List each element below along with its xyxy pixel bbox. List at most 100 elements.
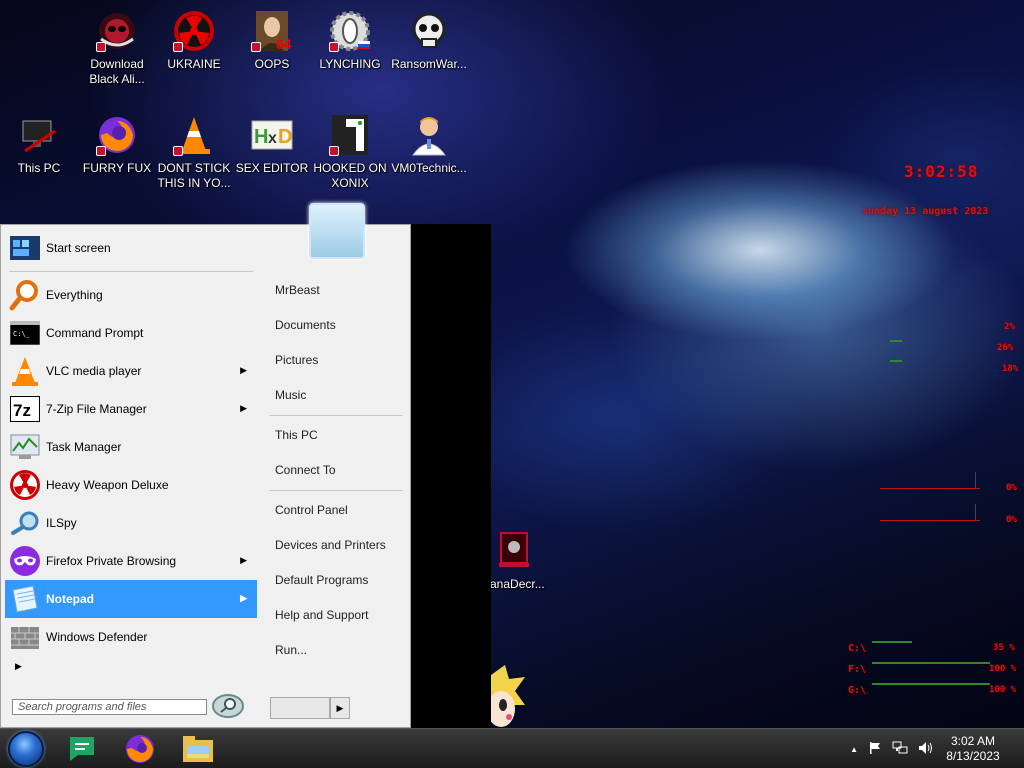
desktop-icon-this-pc[interactable]: This PC bbox=[0, 112, 78, 176]
desktop-icon-label: DONT STICK THIS IN YO... bbox=[157, 161, 231, 190]
desktop-icon-label: HOOKED ON XONIX bbox=[313, 161, 387, 190]
link-devices-printers[interactable]: Devices and Printers bbox=[269, 528, 409, 563]
desktop-icon-ukraine[interactable]: UKRAINE bbox=[155, 8, 233, 72]
clock-time: 3:02 AM bbox=[950, 734, 996, 748]
drive-c-bar bbox=[872, 641, 912, 643]
link-music[interactable]: Music bbox=[269, 378, 409, 413]
task-manager-icon bbox=[9, 431, 41, 463]
drive-f-value: 100 % bbox=[989, 664, 1017, 674]
network-upload: 0% bbox=[1006, 483, 1017, 493]
desktop-icon-label: LYNCHING bbox=[319, 57, 381, 71]
system-tray: ▲ bbox=[850, 737, 934, 761]
start-item-ilspy[interactable]: ILSpy bbox=[5, 504, 257, 542]
desktop-icon-dont-stick[interactable]: DONT STICK THIS IN YO... bbox=[155, 112, 233, 191]
link-documents[interactable]: Documents bbox=[269, 308, 409, 343]
link-help-support[interactable]: Help and Support bbox=[269, 598, 409, 633]
desktop-icon-hooked-on-xonix[interactable]: HOOKED ON XONIX bbox=[311, 112, 389, 191]
firefox-icon bbox=[126, 735, 154, 763]
start-item-label: Windows Defender bbox=[46, 630, 148, 644]
doctor-icon bbox=[406, 112, 452, 158]
desktop-icon-label: FURRY FUX bbox=[82, 161, 152, 175]
show-hidden-icons-icon[interactable]: ▲ bbox=[850, 745, 858, 754]
start-menu: Start screen Everything C:\_ Command Pro… bbox=[0, 203, 411, 728]
computer-icon bbox=[16, 112, 62, 158]
start-item-heavy-weapon[interactable]: Heavy Weapon Deluxe bbox=[5, 466, 257, 504]
clock-widget-time: 3:02:58 bbox=[904, 162, 979, 181]
taskbar: ▲ 3:02 AM 8/13/2023 bbox=[0, 728, 1024, 768]
7zip-icon: 7z bbox=[9, 393, 41, 425]
start-item-label: Firefox Private Browsing bbox=[46, 554, 177, 568]
link-connect-to[interactable]: Connect To bbox=[269, 453, 409, 488]
start-item-command-prompt[interactable]: C:\_ Command Prompt bbox=[5, 314, 257, 352]
desktop-icon-vm0technic[interactable]: VM0Technic... bbox=[390, 112, 468, 176]
start-item-vlc[interactable]: VLC media player ▶ bbox=[5, 352, 257, 390]
drive-c-value: 35 % bbox=[993, 643, 1015, 653]
wanadecryptor-icon bbox=[492, 528, 538, 574]
start-item-windows-defender[interactable]: Windows Defender bbox=[5, 618, 257, 656]
start-item-label: Notepad bbox=[46, 592, 94, 606]
action-center-flag-icon[interactable] bbox=[868, 741, 882, 758]
desktop-icon-oops[interactable]: 64 OOPS bbox=[233, 8, 311, 72]
drive-f-letter: F:\ bbox=[848, 664, 867, 675]
all-programs-arrow-icon[interactable]: ▶ bbox=[15, 661, 22, 672]
start-item-firefox-private[interactable]: Firefox Private Browsing ▶ bbox=[5, 542, 257, 580]
link-run[interactable]: Run... bbox=[269, 633, 409, 668]
vlc-icon bbox=[9, 355, 41, 387]
taskbar-app-firefox[interactable] bbox=[120, 733, 160, 765]
desktop-icon-download-black-ali[interactable]: Download Black Ali... bbox=[78, 8, 156, 87]
shutdown-button[interactable] bbox=[270, 697, 330, 719]
clock-date: 8/13/2023 bbox=[946, 749, 1000, 763]
defender-wall-icon bbox=[9, 621, 41, 653]
ilspy-icon bbox=[9, 507, 41, 539]
start-item-label: VLC media player bbox=[46, 364, 142, 378]
svg-text:7z: 7z bbox=[13, 401, 31, 420]
desktop-icon-sex-editor[interactable]: HxD SEX EDITOR bbox=[233, 112, 311, 176]
volume-icon[interactable] bbox=[918, 741, 934, 758]
drive-g-letter: G:\ bbox=[848, 685, 867, 696]
magnifier-icon bbox=[9, 279, 41, 311]
radiation-icon bbox=[9, 469, 41, 501]
start-item-notepad[interactable]: Notepad ▶ bbox=[5, 580, 257, 618]
start-item-everything[interactable]: Everything bbox=[5, 276, 257, 314]
notepad-icon bbox=[9, 583, 41, 615]
desktop-icon-label: SEX EDITOR bbox=[235, 161, 309, 175]
svg-text:C:\_: C:\_ bbox=[13, 330, 31, 338]
link-default-programs[interactable]: Default Programs bbox=[269, 563, 409, 598]
link-this-pc[interactable]: This PC bbox=[269, 418, 409, 453]
link-user-folder[interactable]: MrBeast bbox=[269, 273, 409, 308]
search-button[interactable] bbox=[211, 693, 245, 719]
clock-widget-date: sunday 13 august 2023 bbox=[862, 206, 989, 217]
network-download: 0% bbox=[1006, 515, 1017, 525]
search-input[interactable]: Search programs and files bbox=[12, 699, 207, 715]
desktop-icon-label: OOPS bbox=[254, 57, 290, 71]
start-button[interactable] bbox=[8, 731, 44, 767]
shutdown-options-arrow-icon[interactable]: ▶ bbox=[330, 697, 350, 719]
start-item-start-screen[interactable]: Start screen bbox=[5, 229, 257, 267]
file-explorer-icon bbox=[183, 736, 213, 762]
cmd-icon: C:\_ bbox=[9, 317, 41, 349]
network-icon[interactable] bbox=[892, 741, 908, 758]
separator bbox=[269, 415, 403, 416]
desktop-icon-lynching[interactable]: LYNCHING bbox=[311, 8, 389, 72]
taskbar-clock[interactable]: 3:02 AM 8/13/2023 bbox=[938, 734, 1008, 764]
link-control-panel[interactable]: Control Panel bbox=[269, 493, 409, 528]
start-item-label: Everything bbox=[46, 288, 103, 302]
taskbar-app-file-explorer[interactable] bbox=[178, 733, 218, 765]
desktop-icon-label: Download Black Ali... bbox=[89, 57, 145, 86]
submenu-arrow-icon: ▶ bbox=[240, 365, 247, 375]
hex-editor-icon: HxD bbox=[249, 112, 295, 158]
desktop-icon-furry-fux[interactable]: FURRY FUX bbox=[78, 112, 156, 176]
start-item-task-manager[interactable]: Task Manager bbox=[5, 428, 257, 466]
desktop-icon-ransomware[interactable]: RansomWar... bbox=[390, 8, 468, 72]
cpu-core-2: 26% bbox=[997, 343, 1014, 353]
separator bbox=[9, 271, 253, 272]
start-menu-programs: Start screen Everything C:\_ Command Pro… bbox=[5, 229, 257, 656]
link-pictures[interactable]: Pictures bbox=[269, 343, 409, 378]
user-picture[interactable] bbox=[309, 203, 365, 259]
start-item-7zip[interactable]: 7z 7-Zip File Manager ▶ bbox=[5, 390, 257, 428]
taskbar-app-google-chat[interactable] bbox=[62, 733, 102, 765]
skull-icon bbox=[406, 8, 452, 54]
submenu-arrow-icon: ▶ bbox=[240, 555, 247, 565]
drive-c-letter: C:\ bbox=[848, 643, 867, 654]
drive-g-value: 100 % bbox=[989, 685, 1017, 695]
